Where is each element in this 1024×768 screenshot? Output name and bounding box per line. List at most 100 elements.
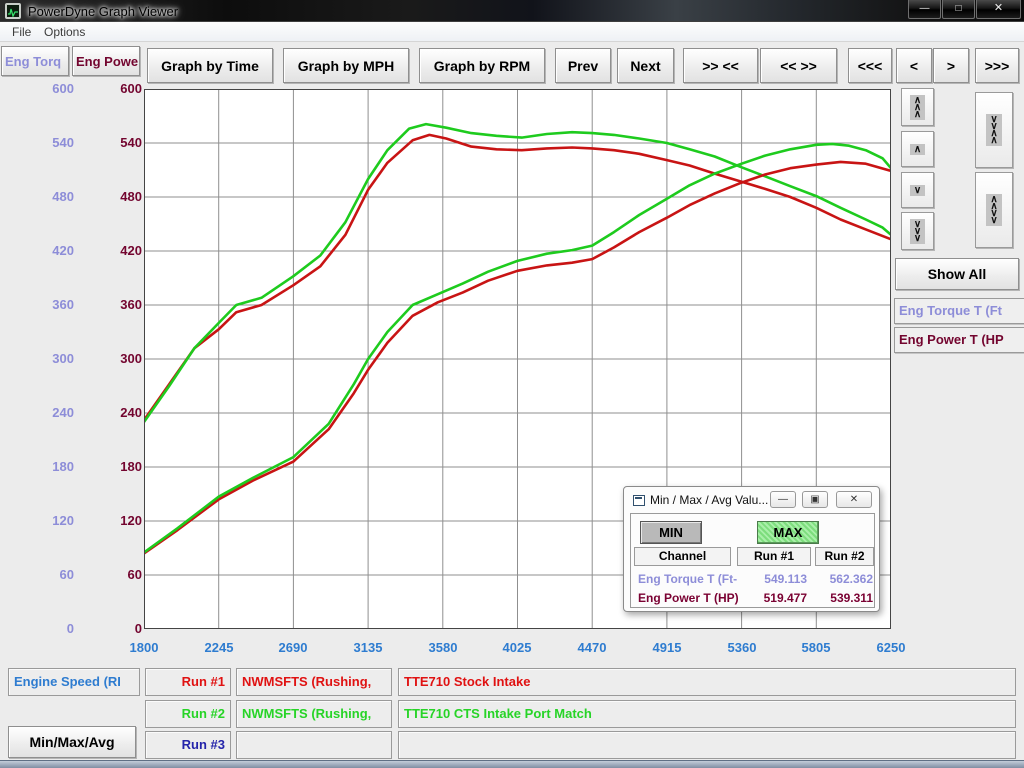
run2-label: Run #2	[145, 700, 231, 728]
legend-torque-channel[interactable]: Eng Torque T (Ft	[894, 298, 1024, 324]
y-tick-power: 480	[78, 189, 142, 204]
expand-scale-button[interactable]: ∧∧∨∨	[975, 172, 1013, 248]
x-tick: 4915	[632, 640, 702, 655]
oscilloscope-icon	[7, 6, 19, 17]
window-title: PowerDyne Graph Viewer	[28, 4, 178, 19]
y-tick-torque: 360	[2, 297, 74, 312]
run3-file-box[interactable]	[236, 731, 392, 759]
x-tick: 5805	[781, 640, 851, 655]
y-tick-torque: 180	[2, 459, 74, 474]
chevrons-expand-icon: ∧∧∨∨	[986, 194, 1001, 226]
x-tick: 3580	[408, 640, 478, 655]
minmax-restore-button[interactable]: ▣	[802, 491, 828, 508]
minmax-minimize-button[interactable]: —	[770, 491, 796, 508]
max-toggle-button[interactable]: MAX	[757, 521, 819, 544]
y-tick-torque: 240	[2, 405, 74, 420]
min-max-avg-button[interactable]: Min/Max/Avg	[8, 726, 136, 758]
title-bar[interactable]: PowerDyne Graph Viewer — □ ✕	[0, 0, 1024, 22]
y-tick-torque: 60	[2, 567, 74, 582]
y-tick-power: 600	[78, 81, 142, 96]
x-tick: 1800	[109, 640, 179, 655]
y-tick-power: 420	[78, 243, 142, 258]
power-run1-max: 519.477	[737, 591, 807, 605]
scroll-up-fast-button[interactable]: ∧∧∧	[901, 88, 934, 126]
scroll-left-button[interactable]: <	[896, 48, 932, 83]
torque-row-channel: Eng Torque T (Ft-	[638, 572, 737, 586]
y-tick-power: 300	[78, 351, 142, 366]
run1-label: Run #1	[145, 668, 231, 696]
chevron-down-triple-icon: ∨∨∨	[910, 219, 925, 244]
y-tick-power: 0	[78, 621, 142, 636]
app-icon	[5, 3, 21, 19]
minmax-window-title: Min / Max / Avg Valu...	[650, 493, 768, 507]
run1-column-header[interactable]: Run #1	[737, 547, 811, 566]
y-tick-torque: 540	[2, 135, 74, 150]
min-toggle-button[interactable]: MIN	[640, 521, 702, 544]
powerdyne-window: PowerDyne Graph Viewer — □ ✕ File Option…	[0, 0, 1024, 768]
run1-file-box[interactable]: NWMSFTS (Rushing,	[236, 668, 392, 696]
scroll-far-left-button[interactable]: <<<	[848, 48, 892, 83]
x-axis-channel-box[interactable]: Engine Speed (RI	[8, 668, 140, 696]
close-button[interactable]: ✕	[976, 0, 1021, 19]
y-tick-power: 120	[78, 513, 142, 528]
y-tick-torque: 0	[2, 621, 74, 636]
collapse-scale-button[interactable]: ∨∨∧∧	[975, 92, 1013, 168]
scroll-right-button[interactable]: >	[933, 48, 969, 83]
menu-file[interactable]: File	[8, 24, 35, 40]
scroll-down-fast-button[interactable]: ∨∨∨	[901, 212, 934, 250]
y-tick-power: 540	[78, 135, 142, 150]
graph-by-mph-button[interactable]: Graph by MPH	[283, 48, 409, 83]
channel-button-torque[interactable]: Eng Torq	[1, 46, 69, 76]
graph-by-rpm-button[interactable]: Graph by RPM	[419, 48, 545, 83]
run3-label: Run #3	[145, 731, 231, 759]
x-tick: 2690	[258, 640, 328, 655]
next-button[interactable]: Next	[617, 48, 674, 83]
x-tick: 4470	[557, 640, 627, 655]
channel-button-power[interactable]: Eng Powe	[72, 46, 140, 76]
window-bottom-frame	[0, 760, 1024, 768]
chevron-up-icon: ∧	[910, 144, 925, 155]
y-tick-torque: 600	[2, 81, 74, 96]
channel-column-header[interactable]: Channel	[634, 547, 731, 566]
chevron-up-triple-icon: ∧∧∧	[910, 95, 925, 120]
y-tick-power: 60	[78, 567, 142, 582]
y-tick-power: 240	[78, 405, 142, 420]
x-tick: 5360	[707, 640, 777, 655]
x-tick: 3135	[333, 640, 403, 655]
torque-run2-max: 562.362	[811, 572, 873, 586]
run2-column-header[interactable]: Run #2	[815, 547, 874, 566]
graph-by-time-button[interactable]: Graph by Time	[147, 48, 273, 83]
minmax-window-icon	[633, 495, 645, 506]
minimize-button[interactable]: —	[908, 0, 941, 19]
minmax-values-window[interactable]: Min / Max / Avg Valu... — ▣ ✕ MIN MAX Ch…	[623, 486, 880, 612]
menu-bar: File Options	[0, 22, 1024, 42]
chevrons-collapse-icon: ∨∨∧∧	[986, 114, 1001, 146]
chevron-down-icon: ∨	[910, 185, 925, 196]
show-all-button[interactable]: Show All	[895, 258, 1019, 290]
scroll-far-right-button[interactable]: >>>	[975, 48, 1019, 83]
torque-run1-max: 549.113	[737, 572, 807, 586]
y-tick-torque: 480	[2, 189, 74, 204]
x-tick: 6250	[856, 640, 926, 655]
menu-options[interactable]: Options	[40, 24, 89, 40]
y-tick-power: 180	[78, 459, 142, 474]
power-run2-max: 539.311	[811, 591, 873, 605]
y-tick-torque: 300	[2, 351, 74, 366]
prev-button[interactable]: Prev	[555, 48, 611, 83]
run2-description-box[interactable]: TTE710 CTS Intake Port Match	[398, 700, 1016, 728]
legend-power-channel[interactable]: Eng Power T (HP	[894, 327, 1024, 353]
maximize-button[interactable]: □	[942, 0, 975, 19]
power-row-channel: Eng Power T (HP)	[638, 591, 739, 605]
y-tick-power: 360	[78, 297, 142, 312]
x-tick: 4025	[482, 640, 552, 655]
run2-file-box[interactable]: NWMSFTS (Rushing,	[236, 700, 392, 728]
zoom-out-button[interactable]: << >>	[760, 48, 837, 83]
x-tick: 2245	[184, 640, 254, 655]
minmax-close-button[interactable]: ✕	[836, 491, 872, 508]
zoom-in-button[interactable]: >> <<	[683, 48, 758, 83]
scroll-down-button[interactable]: ∨	[901, 172, 934, 208]
scroll-up-button[interactable]: ∧	[901, 131, 934, 167]
run3-description-box[interactable]	[398, 731, 1016, 759]
y-tick-torque: 120	[2, 513, 74, 528]
run1-description-box[interactable]: TTE710 Stock Intake	[398, 668, 1016, 696]
